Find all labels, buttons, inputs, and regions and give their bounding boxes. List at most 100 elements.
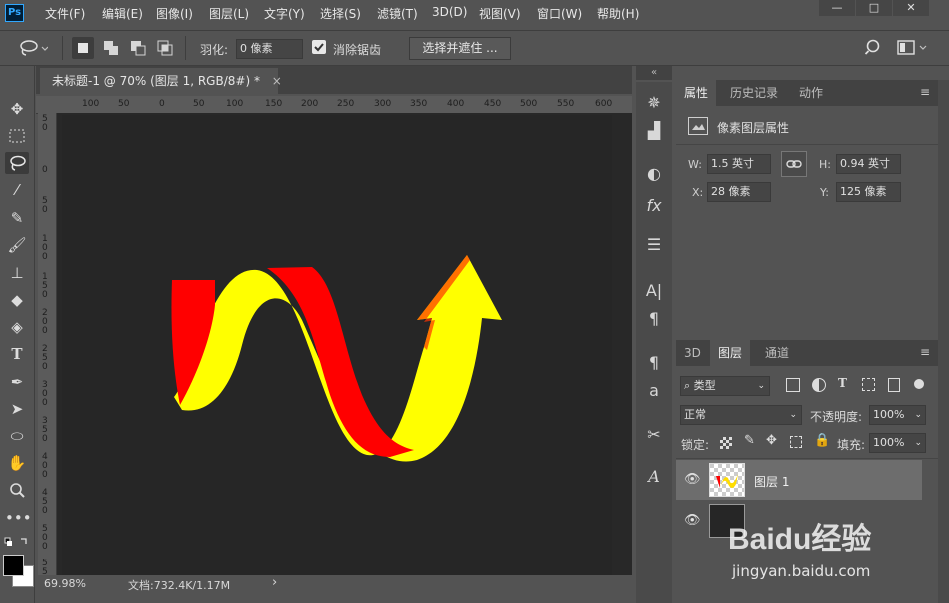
search-button[interactable] [864, 38, 884, 58]
menu-type[interactable]: 文字(Y) [264, 5, 305, 22]
histogram-panel-button[interactable]: ▟ [642, 120, 666, 142]
character-styles-button[interactable]: a [642, 380, 666, 402]
new-selection-button[interactable] [72, 37, 94, 59]
layer-filter-select[interactable]: ⌕ 类型 ⌄ [680, 376, 770, 396]
tab-3d[interactable]: 3D [676, 340, 709, 366]
select-and-mask-button[interactable]: 选择并遮住 ... [409, 37, 511, 60]
filter-toggle-icon[interactable] [914, 379, 924, 389]
link-dimensions-button[interactable] [781, 151, 807, 177]
document-tab[interactable]: 未标题-1 @ 70% (图层 1, RGB/8#) * × [40, 68, 282, 94]
layer-row[interactable]: 👁 图层 1 [676, 460, 922, 500]
maximize-button[interactable]: □ [856, 0, 892, 16]
menu-window[interactable]: 窗口(W) [537, 5, 582, 22]
zoom-level[interactable]: 69.98% [44, 577, 86, 590]
more-tools[interactable]: ••• [5, 507, 32, 529]
panel-scrollbar[interactable] [938, 80, 949, 603]
tab-layers[interactable]: 图层 [710, 340, 751, 366]
subtract-selection-button[interactable] [127, 37, 149, 59]
workspace-switcher[interactable] [896, 38, 930, 58]
vertical-ruler[interactable]: 5 0 0 5 0 1 0 0 1 5 0 2 0 0 2 5 0 3 0 0 … [38, 113, 57, 575]
panel-menu-icon[interactable]: ≡ [920, 85, 930, 99]
document-canvas[interactable] [62, 115, 612, 575]
blend-mode-select[interactable]: 正常 ⌄ [680, 405, 802, 425]
x-input[interactable]: 28 像素 [707, 182, 771, 202]
hand-tool[interactable]: ✋ [5, 452, 29, 474]
lasso-preset-picker[interactable] [18, 38, 49, 58]
tools-preset-button[interactable]: ✂ [642, 424, 666, 446]
move-tool[interactable]: ✥ [5, 98, 29, 120]
eyedropper-tool[interactable]: ✎ [5, 207, 29, 229]
menu-filter[interactable]: 滤镜(T) [377, 5, 418, 22]
filter-pixel-icon[interactable] [786, 378, 800, 392]
lock-pixels-icon[interactable]: ✎ [744, 433, 755, 448]
stamp-tool[interactable]: ⊥ [5, 262, 29, 284]
eye-icon[interactable]: 👁 [684, 513, 701, 528]
paragraph-styles-button[interactable]: ¶ [642, 352, 666, 374]
paint-bucket-tool[interactable]: ◈ [5, 316, 29, 338]
filter-adjustment-icon[interactable] [812, 378, 826, 392]
menu-view[interactable]: 视图(V) [479, 5, 521, 22]
brush-tool[interactable]: 🖌 [5, 234, 29, 256]
type-tool[interactable]: T [5, 343, 29, 365]
minimize-button[interactable]: — [819, 0, 855, 16]
y-input[interactable]: 125 像素 [836, 182, 901, 202]
marquee-tool[interactable] [5, 125, 29, 147]
menu-layer[interactable]: 图层(L) [209, 5, 249, 22]
menu-file[interactable]: 文件(F) [45, 5, 85, 22]
lock-transparent-icon[interactable] [720, 437, 732, 449]
pen-tool[interactable]: ✒ [5, 371, 29, 393]
tab-history[interactable]: 历史记录 [722, 80, 786, 106]
lock-artboard-icon[interactable] [790, 436, 802, 448]
foreground-color-swatch[interactable] [3, 555, 24, 576]
antialias-checkbox[interactable] [312, 40, 326, 54]
quick-selection-tool[interactable]: ⁄ [5, 179, 29, 201]
lasso-tool[interactable] [5, 152, 29, 174]
ruler-label: 5 5 0 [42, 559, 48, 575]
menu-help[interactable]: 帮助(H) [597, 5, 639, 22]
feather-label: 羽化: [200, 43, 229, 57]
libraries-panel-button[interactable]: ☰ [642, 234, 666, 256]
ellipse-tool[interactable]: ⬭ [5, 425, 29, 447]
filter-shape-icon[interactable] [862, 378, 875, 391]
color-panel-button[interactable]: ◐ [642, 163, 666, 185]
document-info[interactable]: 文档:732.4K/1.17M [128, 577, 230, 593]
layers-menu-icon[interactable]: ≡ [920, 345, 930, 359]
tab-channels[interactable]: 通道 [757, 340, 797, 366]
lock-position-icon[interactable]: ✥ [766, 433, 777, 448]
opacity-input[interactable]: 100% ⌄ [869, 405, 926, 425]
lock-all-icon[interactable]: 🔒 [814, 433, 830, 448]
fill-input[interactable]: 100% ⌄ [869, 433, 926, 453]
character-panel-button[interactable]: A| [642, 280, 666, 302]
height-input[interactable]: 0.94 英寸 [836, 154, 901, 174]
expand-panels-icon[interactable]: « [636, 66, 672, 80]
paragraph-panel-button[interactable]: ¶ [642, 308, 666, 330]
ruler-label: 0 [42, 165, 48, 175]
menu-image[interactable]: 图像(I) [156, 5, 193, 22]
horizontal-ruler[interactable]: 100 50 0 50 100 150 200 250 300 350 400 … [58, 96, 632, 114]
tab-properties[interactable]: 属性 [676, 80, 717, 106]
intersect-selection-button[interactable] [154, 37, 176, 59]
eraser-tool[interactable]: ◆ [5, 289, 29, 311]
path-selection-tool[interactable]: ➤ [5, 398, 29, 420]
eye-icon[interactable]: 👁 [684, 472, 701, 487]
menu-3d[interactable]: 3D(D) [432, 5, 467, 19]
ruler-origin[interactable] [36, 96, 59, 114]
width-input[interactable]: 1.5 英寸 [707, 154, 771, 174]
filter-smart-object-icon[interactable] [888, 378, 900, 392]
swap-colors-button[interactable] [4, 537, 30, 549]
layer-name[interactable]: 图层 1 [754, 473, 789, 490]
close-tab-icon[interactable]: × [272, 74, 282, 88]
filter-type-icon[interactable]: T [838, 376, 847, 390]
status-menu-arrow-icon[interactable]: › [272, 575, 277, 590]
adjustments-panel-button[interactable]: ✵ [642, 92, 666, 114]
add-to-selection-button[interactable] [100, 37, 122, 59]
zoom-tool[interactable] [5, 480, 29, 502]
tab-actions[interactable]: 动作 [791, 80, 831, 106]
menu-select[interactable]: 选择(S) [320, 5, 361, 22]
ruler-label: 5 0 [42, 196, 48, 215]
glyphs-panel-button[interactable]: A [642, 466, 666, 488]
feather-input[interactable]: 0 像素 [236, 39, 303, 59]
styles-panel-button[interactable]: fx [642, 195, 666, 217]
close-button[interactable]: ✕ [893, 0, 929, 16]
menu-edit[interactable]: 编辑(E) [102, 5, 143, 22]
